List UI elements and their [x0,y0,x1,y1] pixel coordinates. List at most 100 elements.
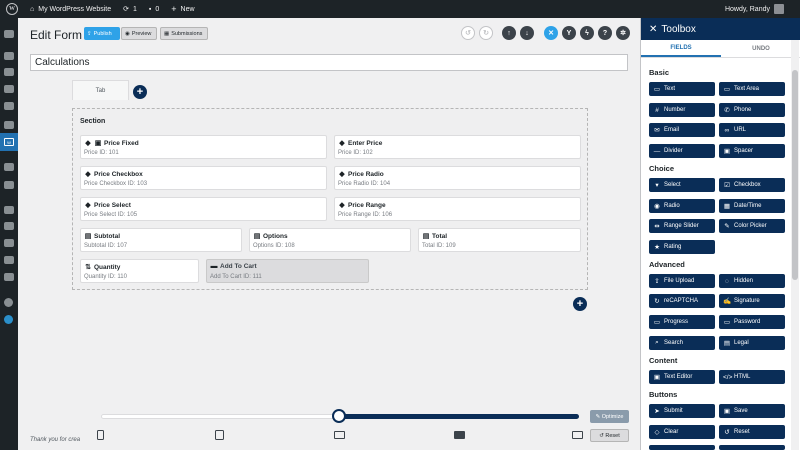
tool-text-area[interactable]: ▭ Text Area [719,82,785,96]
field-add-to-cart[interactable]: ▬ Add To Cart Add To Cart ID: 111 [206,259,369,283]
tool-file-upload[interactable]: ⇪ File Upload [649,274,715,288]
pin-icon[interactable] [4,121,14,129]
tool-previous[interactable] [719,445,785,450]
tool-save[interactable]: ▣ Save [719,404,785,418]
tool-spacer[interactable]: ▣ Spacer [719,144,785,158]
users-icon[interactable] [4,239,14,247]
tool-recaptcha[interactable]: ↻ reCAPTCHA [649,294,715,308]
add-section-button[interactable]: + [573,297,587,311]
field-enter-price[interactable]: ◆ Enter Price Price ID: 102 [334,135,581,159]
tool-divider[interactable]: — Divider [649,144,715,158]
comments-icon[interactable] [4,102,14,110]
appearance-icon[interactable] [4,206,14,214]
tool-label: Search [664,340,684,346]
field-price-fixed[interactable]: ◆ ▣ Price Fixed Price ID: 101 [80,135,327,159]
dashboard-icon[interactable] [4,30,14,38]
field-price-select[interactable]: ◆ Price Select Price Select ID: 105 [80,197,327,221]
tools-icon[interactable]: ✕ [544,26,558,40]
field-price-range[interactable]: ◆ Price Range Price Range ID: 106 [334,197,581,221]
bolt-icon[interactable]: ϟ [580,26,594,40]
wordpress-logo-button[interactable]: W [0,0,24,18]
tablet-icon[interactable] [215,430,224,440]
tool-color-picker[interactable]: ✎ Color Picker [719,219,785,233]
tool-label: Submit [664,408,683,414]
settings-icon[interactable] [4,273,14,281]
fork-icon[interactable]: Y [562,26,576,40]
tool-text-editor[interactable]: ▣ Text Editor [649,370,715,384]
tool-html[interactable]: </> HTML [719,370,785,384]
footer-thanks: Thank you for crea [30,437,81,443]
toolbox-scrollbar-thumb[interactable] [792,70,798,280]
tool-number[interactable]: # Number [649,103,715,117]
updates-icon: ⟳ [123,6,129,13]
tool-clear[interactable]: ◇ Clear [649,425,715,439]
tool-legal[interactable]: ▤ Legal [719,336,785,350]
tool-text[interactable]: ▭ Text [649,82,715,96]
field-price-checkbox[interactable]: ◆ Price Checkbox Price Checkbox ID: 103 [80,166,327,190]
plugin-blue-icon[interactable] [4,315,13,324]
gear-icon[interactable]: ✲ [616,26,630,40]
preview-button[interactable]: ◉ Preview [121,27,157,40]
tool-email[interactable]: ✉ Email [649,123,715,137]
textarea-icon: ▭ [723,86,731,93]
tool-progress[interactable]: ▭ Progress [649,315,715,329]
redo-icon[interactable]: ↻ [479,26,493,40]
site-name-link[interactable]: ⌂ My WordPress Website [24,0,117,18]
phone-icon[interactable] [97,430,104,440]
optimize-button[interactable]: ✎ Optimize [590,410,629,423]
laptop-icon[interactable] [334,431,345,439]
tool-radio[interactable]: ◉ Radio [649,199,715,213]
field-options[interactable]: ▤ Options Options ID: 108 [249,228,411,252]
tool-url[interactable]: ∞ URL [719,123,785,137]
tool-range-slider[interactable]: ⇹ Range Slider [649,219,715,233]
field-quantity[interactable]: ⇅ Quantity Quantity ID: 110 [80,259,199,283]
publish-button[interactable]: ⇪ Publish [84,27,120,40]
import-icon[interactable]: ↓ [520,26,534,40]
help-icon[interactable]: ? [598,26,612,40]
tool-signature[interactable]: ✍ Signature [719,294,785,308]
tool-reset[interactable]: ↺ Reset [719,425,785,439]
tool-password[interactable]: ▭ Password [719,315,785,329]
tool-checkbox[interactable]: ☑ Checkbox [719,178,785,192]
tool-date-time[interactable]: ▦ Date/Time [719,199,785,213]
toolbox-tabs: FIELDS UNDO [641,40,800,58]
forms-menu-item[interactable]: W [0,133,18,151]
export-icon[interactable]: ↑ [502,26,516,40]
comments-link[interactable]: ▪ 0 [143,0,165,18]
tool-phone[interactable]: ✆ Phone [719,103,785,117]
updates-link[interactable]: ⟳ 1 [117,0,143,18]
new-content-link[interactable]: + New [165,0,200,18]
products-icon[interactable] [4,181,14,189]
woocommerce-icon[interactable] [4,163,14,171]
width-slider-handle[interactable] [332,409,346,423]
tool-select[interactable]: ▾ Select [649,178,715,192]
widescreen-icon[interactable] [572,431,583,439]
add-tab-button[interactable]: + [133,85,147,99]
tab-tab[interactable]: Tab [72,80,129,100]
tools-icon[interactable] [4,256,14,264]
field-price-radio[interactable]: ◆ Price Radio Price Radio ID: 104 [334,166,581,190]
tool-rating[interactable]: ★ Rating [649,240,715,254]
field-total[interactable]: ▤ Total Total ID: 109 [418,228,581,252]
tab-undo[interactable]: UNDO [721,40,800,57]
quantity-icon: ⇅ [85,264,91,271]
field-subtotal[interactable]: ▤ Subtotal Subtotal ID: 107 [80,228,242,252]
submissions-button[interactable]: ▦ Submissions [160,27,208,40]
reset-view-button[interactable]: ↺ Reset [590,429,629,442]
pages-icon[interactable] [4,85,14,93]
tool-submit[interactable]: ➤ Submit [649,404,715,418]
tool-hidden[interactable]: ◌ Hidden [719,274,785,288]
undo-icon[interactable]: ↺ [461,26,475,40]
media-icon[interactable] [4,68,14,76]
form-name-input[interactable]: Calculations [30,54,628,71]
desktop-icon[interactable] [454,431,465,439]
tool-next[interactable] [649,445,715,450]
form-section[interactable]: Section ◆ ▣ Price Fixed Price ID: 101 ◆ Ent… [72,108,588,290]
plugins-icon[interactable] [4,222,14,230]
account-menu[interactable]: Howdy, Randy [719,0,800,18]
tab-fields[interactable]: FIELDS [641,40,721,57]
plugin-circle-icon[interactable] [4,298,13,307]
posts-icon[interactable] [4,52,14,60]
tool-search[interactable]: ⌕ Search [649,336,715,350]
field-meta: Price Select ID: 105 [84,212,138,218]
